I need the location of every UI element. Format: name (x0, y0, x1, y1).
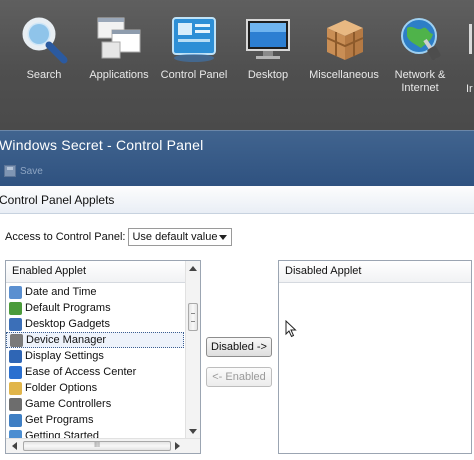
list-item-label: Folder Options (25, 382, 98, 394)
list-item[interactable]: Game Controllers (6, 396, 184, 412)
disabled-column-header[interactable]: Disabled Applet (279, 261, 471, 283)
floppy-icon (4, 165, 16, 177)
enabled-applet-list[interactable]: Enabled Applet Date and Time Default Prog… (5, 260, 201, 454)
enabled-rows: Date and Time Default Programs Desktop Gad… (6, 284, 184, 444)
scroll-right-icon[interactable] (175, 442, 180, 450)
disabled-applet-list[interactable]: Disabled Applet (278, 260, 472, 454)
list-item[interactable]: Display Settings (6, 348, 184, 364)
window-title-band: Windows Secret - Control Panel Save (0, 130, 474, 186)
toolbar-desktop[interactable]: Desktop (227, 8, 309, 118)
toolbar-applications[interactable]: Applications (78, 8, 160, 118)
save-label: Save (20, 165, 43, 177)
scroll-left-icon[interactable] (12, 442, 17, 450)
list-item-label: Get Programs (25, 414, 94, 426)
enabled-horizontal-scrollbar[interactable]: III (6, 438, 200, 453)
list-item-label: Display Settings (25, 350, 104, 362)
list-item[interactable]: Device Manager (6, 332, 184, 348)
top-toolbar: Search Applications Control Panel Deskto… (0, 0, 474, 130)
list-item-label: Ease of Access Center (25, 366, 137, 378)
monitor-icon (246, 19, 290, 59)
toolbar-partial-label: Ir (466, 83, 473, 95)
toolbar-applications-label: Applications (89, 69, 149, 81)
window-title: Windows Secret - Control Panel (0, 137, 204, 153)
get-programs-icon (9, 413, 22, 427)
toolbar-network-internet-label: Network & Internet (394, 69, 446, 94)
access-row: Access to Control Panel: Use default val… (5, 228, 233, 246)
toolbar-desktop-label: Desktop (247, 69, 289, 81)
globe-icon (401, 18, 441, 60)
list-item[interactable]: Get Programs (6, 412, 184, 428)
toolbar-network-internet[interactable]: Network & Internet (379, 8, 461, 118)
magnifier-icon (22, 17, 68, 64)
scroll-up-icon[interactable] (189, 266, 197, 271)
list-item-label: Device Manager (26, 334, 107, 346)
enable-applet-button[interactable]: <- Enabled (206, 367, 272, 387)
disable-applet-button[interactable]: Disabled -> (206, 337, 272, 357)
gadgets-icon (9, 317, 22, 331)
list-item[interactable]: Folder Options (6, 380, 184, 396)
applets-group-title: Control Panel Applets (0, 193, 115, 207)
partial-icon (469, 24, 472, 54)
toolbar-search[interactable]: Search (3, 8, 85, 118)
toolbar-miscellaneous[interactable]: Miscellaneous (303, 8, 385, 118)
access-select-value: Use default value (132, 231, 218, 243)
list-item-label: Default Programs (25, 302, 111, 314)
chevron-down-icon (219, 235, 228, 240)
list-item-label: Game Controllers (25, 398, 112, 410)
disabled-column-header-label: Disabled Applet (285, 265, 362, 277)
default-programs-icon (9, 301, 22, 315)
crate-icon (326, 20, 364, 60)
toolbar-miscellaneous-label: Miscellaneous (309, 69, 379, 81)
list-item[interactable]: Ease of Access Center (6, 364, 184, 380)
toolbar-search-label: Search (26, 69, 62, 81)
control-panel-icon (172, 17, 216, 62)
scroll-down-icon[interactable] (189, 429, 197, 434)
toolbar-partial-item[interactable]: Ir (455, 8, 474, 118)
toolbar-control-panel-label: Control Panel (160, 69, 228, 81)
ease-of-access-icon (9, 365, 22, 379)
save-button[interactable]: Save (4, 163, 43, 179)
enabled-vertical-scrollbar[interactable] (185, 261, 200, 439)
display-icon (9, 349, 22, 363)
list-item-label: Desktop Gadgets (25, 318, 110, 330)
applets-group-header: Control Panel Applets (0, 186, 474, 214)
enabled-column-header[interactable]: Enabled Applet (6, 261, 186, 283)
horizontal-scroll-thumb[interactable]: III (23, 441, 171, 451)
windows-icon (97, 17, 141, 59)
list-item-label: Date and Time (25, 286, 97, 298)
clock-icon (9, 285, 22, 299)
device-manager-icon (10, 333, 23, 347)
enabled-column-header-label: Enabled Applet (12, 265, 87, 277)
gamepad-icon (9, 397, 22, 411)
access-select[interactable]: Use default value (128, 228, 233, 246)
folder-icon (9, 381, 22, 395)
toolbar-control-panel[interactable]: Control Panel (153, 8, 235, 118)
mouse-cursor-icon (285, 320, 297, 338)
access-label: Access to Control Panel: (5, 231, 126, 243)
list-item[interactable]: Date and Time (6, 284, 184, 300)
vertical-scroll-thumb[interactable] (188, 303, 198, 331)
list-item[interactable]: Default Programs (6, 300, 184, 316)
list-item[interactable]: Desktop Gadgets (6, 316, 184, 332)
